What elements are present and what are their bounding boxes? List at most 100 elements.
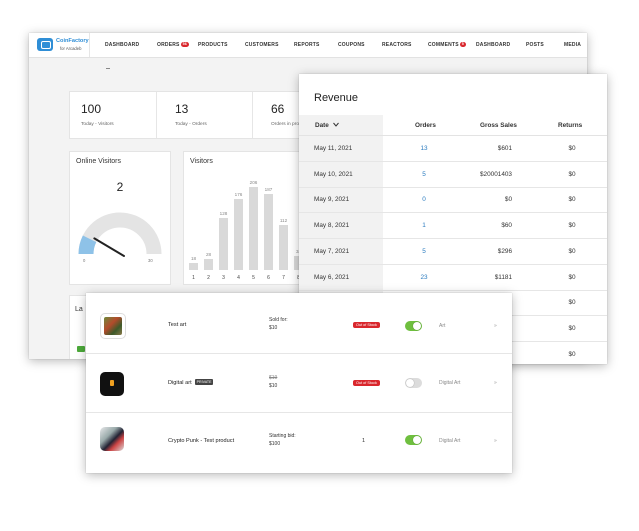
orders-cell[interactable]: 13 (414, 145, 434, 152)
nav-item-posts[interactable]: POSTS (526, 42, 544, 48)
gross-sales-cell: $0 (504, 196, 512, 204)
gross-sales-cell: $60 (501, 222, 512, 230)
chart-bar[interactable] (204, 258, 213, 270)
date-cell: May 6, 2021 (314, 273, 350, 281)
status-chip (77, 346, 85, 352)
nav-item-media[interactable]: MEDIA (564, 42, 581, 48)
gauge-needle (93, 237, 125, 257)
nav-item-customers[interactable]: CUSTOMERS (245, 42, 279, 48)
orders-cell[interactable]: 23 (414, 274, 434, 281)
product-thumbnail[interactable] (100, 372, 124, 396)
returns-cell: $0 (568, 170, 576, 178)
enable-toggle[interactable] (405, 378, 422, 388)
product-name[interactable]: Crypto Punk - Test product (168, 438, 234, 444)
stat-value: 13 (175, 102, 189, 116)
enable-toggle[interactable] (405, 435, 422, 445)
revenue-table-header: Date Orders Gross Sales Returns (299, 115, 607, 136)
product-name[interactable]: Test art (168, 322, 186, 328)
column-header-date[interactable]: Date (315, 122, 339, 129)
panel-title: Visitors (190, 158, 213, 165)
panel-title: Online Visitors (76, 158, 122, 165)
gauge-max-label: 30 (148, 258, 153, 263)
stat-value: 100 (81, 102, 102, 116)
revenue-title: Revenue (314, 92, 359, 104)
chart-bar[interactable] (189, 262, 198, 270)
product-category: Digital Art (439, 380, 461, 386)
column-header-orders[interactable]: Orders (415, 122, 436, 129)
gross-sales-cell: $601 (497, 145, 512, 152)
online-visitors-panel: Online Visitors 2 0 30 (69, 151, 171, 285)
data-label: 128 (219, 211, 228, 217)
nav-item-dashboard-2[interactable]: DASHBOARD (476, 42, 510, 48)
nav-item-dashboard[interactable]: DASHBOARD (105, 42, 139, 48)
stock-status-badge: Out of Stock (353, 322, 380, 328)
enable-toggle[interactable] (405, 321, 422, 331)
nav-item-orders[interactable]: ORDERS 56 (157, 42, 189, 48)
date-cell: May 7, 2021 (314, 247, 350, 255)
chart-bar[interactable] (219, 218, 228, 270)
divider (156, 92, 157, 138)
logo-name: CoinFactory (56, 38, 89, 44)
column-header-gross-sales[interactable]: Gross Sales (480, 122, 517, 129)
price-value: $10 (269, 325, 278, 331)
gross-sales-cell: $20001403 (480, 170, 512, 178)
table-row[interactable]: May 8, 2021 1 $60 $0 (299, 213, 607, 240)
x-tick-label: 3 (222, 275, 225, 281)
products-window: Test art Sold for: $10 Out of Stock Art … (86, 293, 512, 473)
product-thumbnail[interactable] (100, 427, 124, 451)
more-icon[interactable]: » (494, 438, 497, 444)
orders-count-badge: 56 (180, 42, 189, 47)
data-label: 18 (190, 255, 197, 261)
gauge-track (78, 212, 162, 255)
orders-cell[interactable]: 1 (414, 222, 434, 229)
comments-count-badge: 5 (459, 42, 466, 47)
more-icon[interactable]: » (494, 323, 497, 329)
chart-bar[interactable] (279, 224, 288, 270)
date-cell: May 11, 2021 (314, 145, 353, 152)
quantity: 1 (362, 438, 366, 444)
chart-bar[interactable] (249, 186, 258, 270)
panel-title: La (75, 306, 83, 313)
more-icon[interactable]: » (494, 380, 497, 386)
chart-bar[interactable] (264, 194, 273, 270)
data-label: 112 (279, 217, 288, 223)
nav-item-comments[interactable]: COMMENTS 5 (428, 42, 466, 48)
x-tick-label: 5 (252, 275, 255, 281)
returns-cell: $0 (568, 324, 576, 332)
orders-cell[interactable]: 5 (414, 171, 434, 178)
orders-cell[interactable]: 0 (414, 196, 434, 203)
stats-panel: 100 Today - Visitors 13 Today - Orders 6… (69, 91, 314, 139)
table-row[interactable]: Crypto Punk - Test product Starting bid:… (86, 413, 512, 472)
table-row[interactable]: May 11, 2021 13 $601 $0 (299, 136, 607, 162)
data-label: 28 (205, 251, 212, 257)
gauge-fill (78, 235, 97, 255)
table-row[interactable]: May 9, 2021 0 $0 $0 (299, 187, 607, 214)
product-name[interactable]: Digital art PRIVATE (168, 379, 214, 386)
table-row[interactable]: May 6, 2021 23 $1181 $0 (299, 265, 607, 291)
data-label: 187 (264, 187, 273, 193)
product-category: Digital Art (439, 438, 461, 444)
date-cell: May 8, 2021 (314, 222, 350, 230)
product-thumbnail[interactable] (100, 313, 126, 339)
table-row[interactable]: Digital art PRIVATE $19 $10 Out of Stock … (86, 354, 512, 413)
column-header-returns[interactable]: Returns (558, 122, 582, 129)
price-label: Starting bid: (269, 433, 296, 439)
online-visitors-count: 2 (116, 180, 124, 194)
table-row[interactable]: May 10, 2021 5 $20001403 $0 (299, 162, 607, 188)
product-category: Art (439, 323, 446, 329)
chart-bar[interactable] (234, 198, 243, 270)
nav-item-reports[interactable]: REPORTS (294, 42, 320, 48)
logo[interactable]: CoinFactory for Arcadeb (37, 36, 93, 54)
stat-today-visitors: 100 Today - Visitors (70, 92, 156, 138)
stat-label: Today - Orders (175, 122, 207, 127)
orders-cell[interactable]: 5 (414, 248, 434, 255)
table-row[interactable]: Test art Sold for: $10 Out of Stock Art … (86, 295, 512, 354)
table-row[interactable]: May 7, 2021 5 $296 $0 (299, 239, 607, 265)
nav-item-coupons[interactable]: COUPONS (338, 42, 365, 48)
nav-item-reactors[interactable]: REACTORS (382, 42, 412, 48)
nav-item-products[interactable]: PRODUCTS (198, 42, 228, 48)
divider (252, 92, 253, 138)
returns-cell: $0 (568, 247, 576, 255)
returns-cell: $0 (568, 145, 576, 152)
returns-cell: $0 (568, 196, 576, 204)
